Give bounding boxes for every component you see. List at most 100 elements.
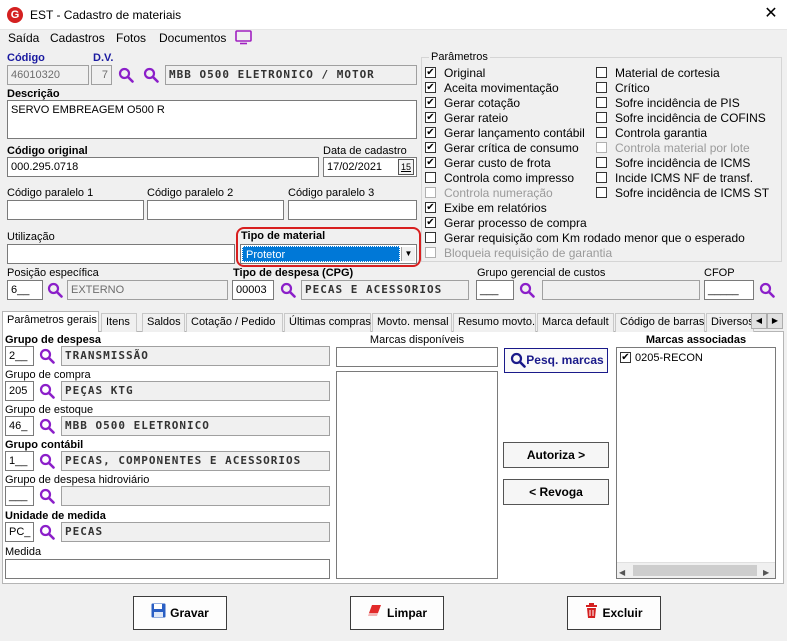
search-icon[interactable]: [39, 453, 55, 469]
search-icon[interactable]: [39, 383, 55, 399]
parametro-item[interactable]: ✔ Original: [425, 66, 600, 81]
parametro-item[interactable]: ✔ Gerar custo de frota: [425, 156, 600, 171]
checkbox-icon[interactable]: [425, 232, 436, 243]
parametro-item[interactable]: Material de cortesia: [596, 66, 782, 81]
tab-diversos[interactable]: Diversos: [706, 313, 754, 332]
parametro-item[interactable]: Sofre incidência de ICMS: [596, 156, 782, 171]
scrollbar-thumb[interactable]: [633, 565, 757, 576]
search-icon[interactable]: [280, 282, 296, 298]
marcas-associadas-list[interactable]: ✔ 0205-RECON ◀ ▶: [616, 347, 776, 579]
search-icon[interactable]: [118, 67, 134, 83]
search-icon[interactable]: [759, 282, 775, 298]
search-icon[interactable]: [39, 524, 55, 540]
medida-field[interactable]: [5, 559, 330, 579]
tipo-despesa-code-field[interactable]: 00003: [232, 280, 274, 300]
chevron-down-icon[interactable]: ▼: [401, 247, 415, 261]
list-item[interactable]: ✔ 0205-RECON: [620, 351, 760, 365]
search-icon[interactable]: [47, 282, 63, 298]
grupo-hidro-code[interactable]: ___: [5, 486, 34, 506]
checkbox-icon[interactable]: [596, 172, 607, 183]
parametro-item[interactable]: ✔ Gerar rateio: [425, 111, 600, 126]
checkbox-icon[interactable]: [596, 187, 607, 198]
checkbox-icon[interactable]: [596, 97, 607, 108]
tab-cotacao-pedido[interactable]: Cotação / Pedido: [186, 313, 283, 332]
parametro-item[interactable]: Incide ICMS NF de transf.: [596, 171, 782, 186]
marcas-filter-field[interactable]: [336, 347, 498, 367]
menu-saida[interactable]: Saída: [8, 31, 39, 45]
tab-codigo-barras[interactable]: Código de barras: [615, 313, 705, 332]
parametro-item[interactable]: Gerar requisição com Km rodado menor que…: [425, 231, 745, 246]
grupo-despesa-code[interactable]: 2__: [5, 346, 34, 366]
checkbox-checked-icon[interactable]: ✔: [425, 142, 436, 153]
close-icon[interactable]: ✕: [760, 3, 782, 25]
paralelo1-field[interactable]: [7, 200, 144, 220]
checkbox-checked-icon[interactable]: ✔: [425, 112, 436, 123]
tab-marca-default[interactable]: Marca default: [537, 313, 614, 332]
checkbox-checked-icon[interactable]: ✔: [425, 217, 436, 228]
tipo-material-select[interactable]: Protetor ▼: [240, 244, 417, 264]
checkbox-checked-icon[interactable]: ✔: [425, 67, 436, 78]
utilizacao-field[interactable]: [7, 244, 235, 264]
tab-scroll-left-icon[interactable]: ◀: [751, 313, 767, 329]
scroll-right-icon[interactable]: ▶: [763, 566, 769, 578]
parametro-item[interactable]: ✔ Exibe em relatórios: [425, 201, 600, 216]
tab-itens[interactable]: Itens: [101, 313, 137, 332]
tab-ultimas-compras[interactable]: Últimas compras: [284, 313, 371, 332]
checkbox-checked-icon[interactable]: ✔: [425, 202, 436, 213]
excluir-button[interactable]: Excluir: [567, 596, 661, 630]
parametro-item[interactable]: ✔ Gerar lançamento contábil: [425, 126, 600, 141]
checkbox-icon[interactable]: [596, 82, 607, 93]
parametro-item[interactable]: Sofre incidência de ICMS ST: [596, 186, 782, 201]
scroll-left-icon[interactable]: ◀: [619, 566, 625, 578]
marcas-disponiveis-list[interactable]: [336, 371, 498, 579]
codigo-field[interactable]: 46010320: [7, 65, 89, 85]
tab-scroll-right-icon[interactable]: ▶: [767, 313, 783, 329]
search-icon[interactable]: [39, 348, 55, 364]
grupo-estoque-code[interactable]: 46_: [5, 416, 34, 436]
grupo-contabil-code[interactable]: 1__: [5, 451, 34, 471]
grupo-compra-code[interactable]: 205: [5, 381, 34, 401]
menu-documentos[interactable]: Documentos: [159, 31, 226, 45]
checkbox-icon[interactable]: [596, 67, 607, 78]
search-icon[interactable]: [143, 67, 159, 83]
horizontal-scrollbar[interactable]: ◀ ▶: [617, 562, 775, 578]
descricao-field[interactable]: SERVO EMBREAGEM O500 R: [7, 100, 417, 139]
parametro-item[interactable]: Controla como impresso: [425, 171, 600, 186]
parametro-item[interactable]: Sofre incidência de PIS: [596, 96, 782, 111]
checkbox-checked-icon[interactable]: ✔: [425, 82, 436, 93]
cfop-field[interactable]: _____: [704, 280, 754, 300]
gravar-button[interactable]: Gravar: [133, 596, 227, 630]
checkbox-icon[interactable]: [596, 127, 607, 138]
grupo-gerencial-code-field[interactable]: ___: [476, 280, 514, 300]
tab-saldos[interactable]: Saldos: [142, 313, 185, 332]
paralelo2-field[interactable]: [147, 200, 284, 220]
revoga-button[interactable]: < Revoga: [503, 479, 609, 505]
parametro-item[interactable]: Sofre incidência de COFINS: [596, 111, 782, 126]
tab-parametros-gerais[interactable]: Parâmetros gerais: [2, 311, 99, 333]
posicao-code-field[interactable]: 6__: [7, 280, 43, 300]
checkbox-icon[interactable]: [596, 157, 607, 168]
autoriza-button[interactable]: Autoriza >: [503, 442, 609, 468]
menu-cadastros[interactable]: Cadastros: [50, 31, 105, 45]
tab-movto-mensal[interactable]: Movto. mensal: [372, 313, 452, 332]
checkbox-icon[interactable]: [425, 172, 436, 183]
parametro-item[interactable]: Controla garantia: [596, 126, 782, 141]
parametro-item[interactable]: Crítico: [596, 81, 782, 96]
checkbox-checked-icon[interactable]: ✔: [425, 157, 436, 168]
parametro-item[interactable]: ✔ Gerar crítica de consumo: [425, 141, 600, 156]
calendar-icon[interactable]: 15: [398, 159, 414, 175]
checkbox-checked-icon[interactable]: ✔: [425, 97, 436, 108]
monitor-icon[interactable]: [235, 30, 252, 48]
checkbox-icon[interactable]: [596, 112, 607, 123]
checkbox-checked-icon[interactable]: ✔: [620, 352, 631, 363]
checkbox-checked-icon[interactable]: ✔: [425, 127, 436, 138]
menu-fotos[interactable]: Fotos: [116, 31, 146, 45]
limpar-button[interactable]: Limpar: [350, 596, 444, 630]
paralelo3-field[interactable]: [288, 200, 417, 220]
codigo-original-field[interactable]: 000.295.0718: [7, 157, 319, 177]
pesq-marcas-button[interactable]: Pesq. marcas: [504, 348, 608, 373]
search-icon[interactable]: [39, 418, 55, 434]
search-icon[interactable]: [519, 282, 535, 298]
unidade-code[interactable]: PC_: [5, 522, 34, 542]
parametro-item[interactable]: ✔ Gerar processo de compra: [425, 216, 600, 231]
